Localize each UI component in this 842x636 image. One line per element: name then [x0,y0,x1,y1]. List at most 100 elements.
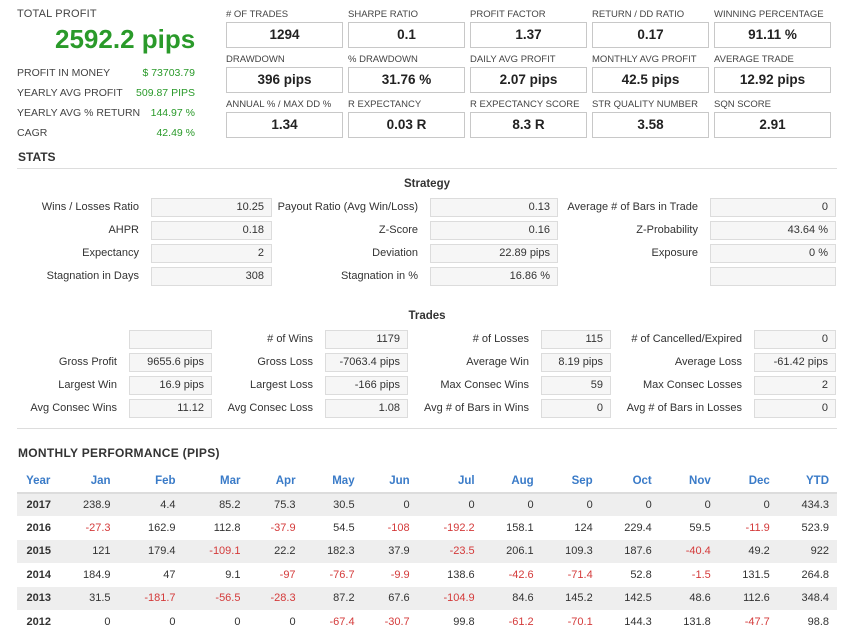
metric-label: R EXPECTANCY [348,99,422,110]
monthly-value-cell: 0 [234,615,241,628]
metric-value: 2.07 pips [470,67,587,93]
monthly-performance-table: Year Jan Feb Mar Apr May Jun Jul Aug Sep Oct Nov Dec… [17,469,837,633]
metric-label: SQN SCORE [714,99,772,110]
monthly-value-cell: -11.9 [745,522,770,535]
stats-divider [17,168,837,169]
monthly-value-cell: 52.8 [630,568,652,581]
metric-card: MONTHLY AVG PROFIT 42.5 pips [592,54,714,93]
monthly-column-header[interactable]: Jul [418,469,483,493]
summary-row: CAGR 42.49 % [17,123,195,143]
monthly-year-cell: 2014 [26,568,51,581]
monthly-column-header[interactable]: May [304,469,363,493]
monthly-column-header[interactable]: Jan [60,469,119,493]
metric-card: AVERAGE TRADE 12.92 pips [714,54,836,93]
monthly-column-header[interactable]: Oct [601,469,660,493]
monthly-value-cell: 84.6 [512,592,534,605]
monthly-value-cell: -37.9 [270,522,296,535]
stat-label [558,267,698,286]
metric-label: ANNUAL % / MAX DD % [226,99,332,110]
stat-value: 0.16 [430,221,558,240]
monthly-column-header[interactable]: YTD [778,469,837,493]
monthly-value-cell: -47.7 [744,615,770,628]
monthly-value-cell: 434.3 [801,499,829,512]
stat-label: Average Win [466,356,529,368]
monthly-value-cell: 47 [163,568,176,581]
monthly-value-cell: 238.9 [83,499,111,512]
monthly-column-header[interactable]: Mar [184,469,249,493]
monthly-year-cell: 2015 [26,545,51,558]
monthly-column-header[interactable]: Sep [542,469,601,493]
monthly-value-cell: 22.2 [274,545,296,558]
monthly-value-cell: 0 [704,499,711,512]
metric-label: SHARPE RATIO [348,9,419,20]
summary-row-label: YEARLY AVG PROFIT [17,87,123,99]
monthly-value-cell: 54.5 [333,522,355,535]
metric-label: STR QUALITY NUMBER [592,99,698,110]
monthly-value-cell: -109.1 [209,545,241,558]
stat-value: 0 [710,198,836,217]
monthly-column-header[interactable]: Year [17,469,60,493]
monthly-value-cell: -40.4 [685,545,711,558]
stat-value: 59 [541,376,611,395]
metric-value: 1.37 [470,22,587,48]
monthly-year-cell: 2012 [26,615,51,628]
trades-title: Trades [408,310,446,322]
monthly-value-cell: -76.7 [329,568,355,581]
stat-label: Wins / Losses Ratio [41,201,139,213]
monthly-row: 2016 -27.3 162.9 112.8 -37.9 54.5 -108 -192.2 15… [17,516,837,539]
monthly-value-cell: 144.3 [624,615,652,628]
stat-value: 0.13 [430,198,558,217]
summary-row: YEARLY AVG % RETURN 144.97 % [17,103,195,123]
monthly-value-cell: 348.4 [801,592,829,605]
monthly-value-cell: 184.9 [83,568,111,581]
monthly-value-cell: -23.5 [449,545,475,558]
metric-card: SQN SCORE 2.91 [714,99,836,138]
monthly-value-cell: 922 [810,545,829,558]
stat-label: # of Wins [267,333,313,345]
monthly-value-cell: 158.1 [506,522,534,535]
metric-value: 8.3 R [470,112,587,138]
monthly-column-header[interactable]: Jun [363,469,418,493]
stat-label: Average Loss [674,356,742,368]
metric-label: AVERAGE TRADE [714,54,794,65]
monthly-value-cell: 0 [169,615,176,628]
summary-row-label: CAGR [17,127,48,139]
monthly-column-header[interactable]: Feb [119,469,184,493]
monthly-column-header[interactable]: Aug [483,469,542,493]
monthly-column-header[interactable]: Apr [248,469,303,493]
monthly-value-cell: -61.2 [508,615,534,628]
stat-label: Stagnation in % [340,270,418,282]
total-profit-value: 2592.2 pips [55,24,196,54]
metric-value: 0.17 [592,22,709,48]
stat-label [17,330,117,349]
stat-value: 2 [151,244,272,263]
metric-card: # OF TRADES 1294 [226,9,348,48]
stat-label: Payout Ratio (Avg Win/Loss) [277,201,418,213]
metric-label: # OF TRADES [226,9,289,20]
metric-card: SHARPE RATIO 0.1 [348,9,470,48]
monthly-column-header[interactable]: Nov [660,469,719,493]
monthly-value-cell: 0 [645,499,652,512]
stat-value: 11.12 [129,399,212,418]
stat-label: Average # of Bars in Trade [567,201,698,213]
summary-row: YEARLY AVG PROFIT 509.87 PIPS [17,83,195,103]
stat-value: -166 pips [325,376,408,395]
stat-label: Stagnation in Days [46,270,139,282]
stat-value: 115 [541,330,611,349]
stat-label: Avg Consec Loss [227,402,313,414]
monthly-value-cell: 99.8 [453,615,475,628]
monthly-year-cell: 2016 [26,522,51,535]
metric-value: 0.1 [348,22,465,48]
summary-row: PROFIT IN MONEY $ 73703.79 [17,63,195,83]
stat-value: 10.25 [151,198,272,217]
stat-label: Max Consec Losses [642,379,742,391]
metric-value: 2.91 [714,112,831,138]
monthly-column-header[interactable]: Dec [719,469,778,493]
monthly-value-cell: -71.4 [567,568,593,581]
monthly-value-cell: 179.4 [147,545,176,558]
monthly-value-cell: 131.8 [683,615,711,628]
stat-value: 43.64 % [710,221,836,240]
monthly-value-cell: 145.2 [565,592,593,605]
metric-card: STR QUALITY NUMBER 3.58 [592,99,714,138]
monthly-value-cell: 0 [104,615,111,628]
